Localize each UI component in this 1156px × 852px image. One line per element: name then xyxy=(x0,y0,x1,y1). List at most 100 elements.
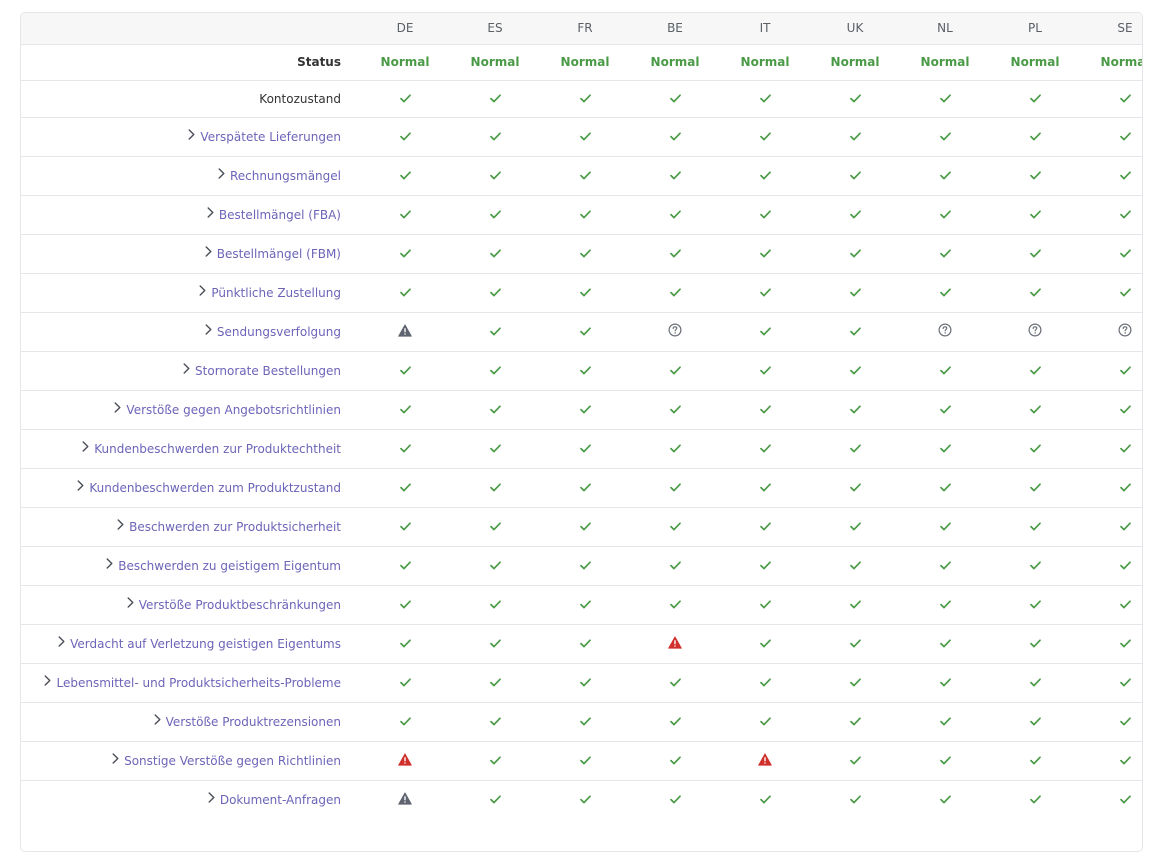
check-icon xyxy=(669,676,681,690)
chevron-right-icon[interactable] xyxy=(183,363,190,377)
chevron-right-icon[interactable] xyxy=(154,714,161,728)
metric-expand-link[interactable]: Verspätete Lieferungen xyxy=(188,129,341,144)
question-icon[interactable] xyxy=(938,323,952,340)
metric-row: Beschwerden zu geistigem Eigentum xyxy=(21,545,1142,585)
status-cell-be xyxy=(620,701,710,741)
metric-label[interactable]: Kundenbeschwerden zur Produktechtheit xyxy=(94,442,341,456)
status-cell-pl xyxy=(980,350,1070,390)
chevron-right-icon[interactable] xyxy=(117,519,124,533)
metric-label[interactable]: Verspätete Lieferungen xyxy=(200,130,341,144)
metric-expand-link[interactable]: Kundenbeschwerden zur Produktechtheit xyxy=(82,441,341,456)
metric-expand-link[interactable]: Dokument-Anfragen xyxy=(208,792,341,807)
status-cell-fr xyxy=(530,194,620,234)
check-icon xyxy=(849,247,861,261)
metric-label[interactable]: Rechnungsmängel xyxy=(230,169,341,183)
chevron-right-icon[interactable] xyxy=(207,207,214,221)
chevron-right-icon[interactable] xyxy=(82,441,89,455)
chevron-right-icon[interactable] xyxy=(58,636,65,650)
metric-label[interactable]: Bestellmängel (FBA) xyxy=(219,208,341,222)
metric-label[interactable]: Lebensmittel- und Produktsicherheits-Pro… xyxy=(56,676,341,690)
chevron-right-icon[interactable] xyxy=(77,480,84,494)
status-cell-be xyxy=(620,389,710,429)
metric-label[interactable]: Sendungsverfolgung xyxy=(217,325,341,339)
status-cell-nl: Normal xyxy=(890,43,980,80)
check-icon xyxy=(669,559,681,573)
check-icon xyxy=(1029,715,1041,729)
metric-label[interactable]: Verstöße Produktrezensionen xyxy=(166,715,341,729)
metric-label[interactable]: Kundenbeschwerden zum Produktzustand xyxy=(89,481,341,495)
status-cell-uk xyxy=(800,428,890,468)
metric-label[interactable]: Dokument-Anfragen xyxy=(220,793,341,807)
status-cell-uk xyxy=(800,662,890,702)
status-cell-se xyxy=(1070,79,1142,117)
marketplace-header-uk: UK xyxy=(846,21,864,36)
metric-expand-link[interactable]: Bestellmängel (FBM) xyxy=(205,246,341,261)
metric-label[interactable]: Pünktliche Zustellung xyxy=(211,286,341,300)
metric-label[interactable]: Verstöße gegen Angebotsrichtlinien xyxy=(126,403,341,417)
check-icon xyxy=(399,637,411,651)
chevron-right-icon[interactable] xyxy=(106,558,113,572)
chevron-right-icon[interactable] xyxy=(188,129,195,143)
metric-expand-link[interactable]: Lebensmittel- und Produktsicherheits-Pro… xyxy=(44,675,341,690)
check-icon xyxy=(579,754,591,768)
chevron-right-icon[interactable] xyxy=(218,168,225,182)
chevron-right-icon[interactable] xyxy=(205,246,212,260)
question-icon[interactable] xyxy=(668,323,682,340)
marketplace-header-row: DE ES FR BE IT UK NL PL SE xyxy=(21,13,1142,44)
status-cell-nl xyxy=(890,467,980,507)
metric-label[interactable]: Sonstige Verstöße gegen Richtlinien xyxy=(124,754,341,768)
chevron-right-icon[interactable] xyxy=(112,753,119,767)
check-icon xyxy=(1029,208,1041,222)
metric-expand-link[interactable]: Sonstige Verstöße gegen Richtlinien xyxy=(112,753,341,768)
status-cell-fr xyxy=(530,272,620,312)
status-cell-de xyxy=(350,116,440,156)
metric-expand-link[interactable]: Beschwerden zur Produktsicherheit xyxy=(117,519,341,534)
question-icon[interactable] xyxy=(1028,323,1042,340)
chevron-right-icon[interactable] xyxy=(114,402,121,416)
check-icon xyxy=(489,598,501,612)
metric-expand-link[interactable]: Beschwerden zu geistigem Eigentum xyxy=(106,558,341,573)
check-icon xyxy=(1119,598,1131,612)
check-icon xyxy=(939,559,951,573)
check-icon xyxy=(1119,92,1131,106)
check-icon xyxy=(489,286,501,300)
status-cell-nl xyxy=(890,740,980,780)
metric-expand-link[interactable]: Kundenbeschwerden zum Produktzustand xyxy=(77,480,341,495)
marketplace-header-fr: FR xyxy=(577,21,593,36)
metric-expand-link[interactable]: Bestellmängel (FBA) xyxy=(207,207,341,222)
metric-label[interactable]: Stornorate Bestellungen xyxy=(195,364,341,378)
chevron-right-icon[interactable] xyxy=(44,675,51,689)
metric-label[interactable]: Beschwerden zu geistigem Eigentum xyxy=(118,559,341,573)
chevron-right-icon[interactable] xyxy=(205,324,212,338)
check-icon xyxy=(1119,364,1131,378)
warning-red-icon[interactable] xyxy=(398,752,412,769)
metric-label[interactable]: Beschwerden zur Produktsicherheit xyxy=(129,520,341,534)
warning-gray-icon[interactable] xyxy=(398,792,412,808)
warning-red-icon[interactable] xyxy=(668,635,682,652)
check-icon xyxy=(1029,403,1041,417)
status-value: Normal xyxy=(1100,55,1142,69)
check-icon xyxy=(1029,676,1041,690)
warning-gray-icon[interactable] xyxy=(398,323,412,340)
metric-expand-link[interactable]: Sendungsverfolgung xyxy=(205,324,341,339)
metric-expand-link[interactable]: Verstöße gegen Angebotsrichtlinien xyxy=(114,402,341,417)
metric-expand-link[interactable]: Stornorate Bestellungen xyxy=(183,363,341,378)
metric-label[interactable]: Verstöße Produktbeschränkungen xyxy=(139,598,341,612)
status-cell-se xyxy=(1070,194,1142,234)
status-cell-it xyxy=(710,350,800,390)
metric-expand-link[interactable]: Verdacht auf Verletzung geistigen Eigent… xyxy=(58,636,341,651)
metric-expand-link[interactable]: Pünktliche Zustellung xyxy=(199,285,341,300)
metric-expand-link[interactable]: Verstöße Produktbeschränkungen xyxy=(127,597,341,612)
question-icon[interactable] xyxy=(1118,323,1132,340)
metric-label[interactable]: Bestellmängel (FBM) xyxy=(217,247,341,261)
check-icon xyxy=(849,793,861,807)
check-icon xyxy=(1119,559,1131,573)
chevron-right-icon[interactable] xyxy=(208,792,215,806)
chevron-right-icon[interactable] xyxy=(127,597,134,611)
check-icon xyxy=(669,247,681,261)
metric-label[interactable]: Verdacht auf Verletzung geistigen Eigent… xyxy=(70,637,341,651)
chevron-right-icon[interactable] xyxy=(199,285,206,299)
metric-expand-link[interactable]: Verstöße Produktrezensionen xyxy=(154,714,341,729)
metric-expand-link[interactable]: Rechnungsmängel xyxy=(218,168,341,183)
warning-red-icon[interactable] xyxy=(758,752,772,769)
